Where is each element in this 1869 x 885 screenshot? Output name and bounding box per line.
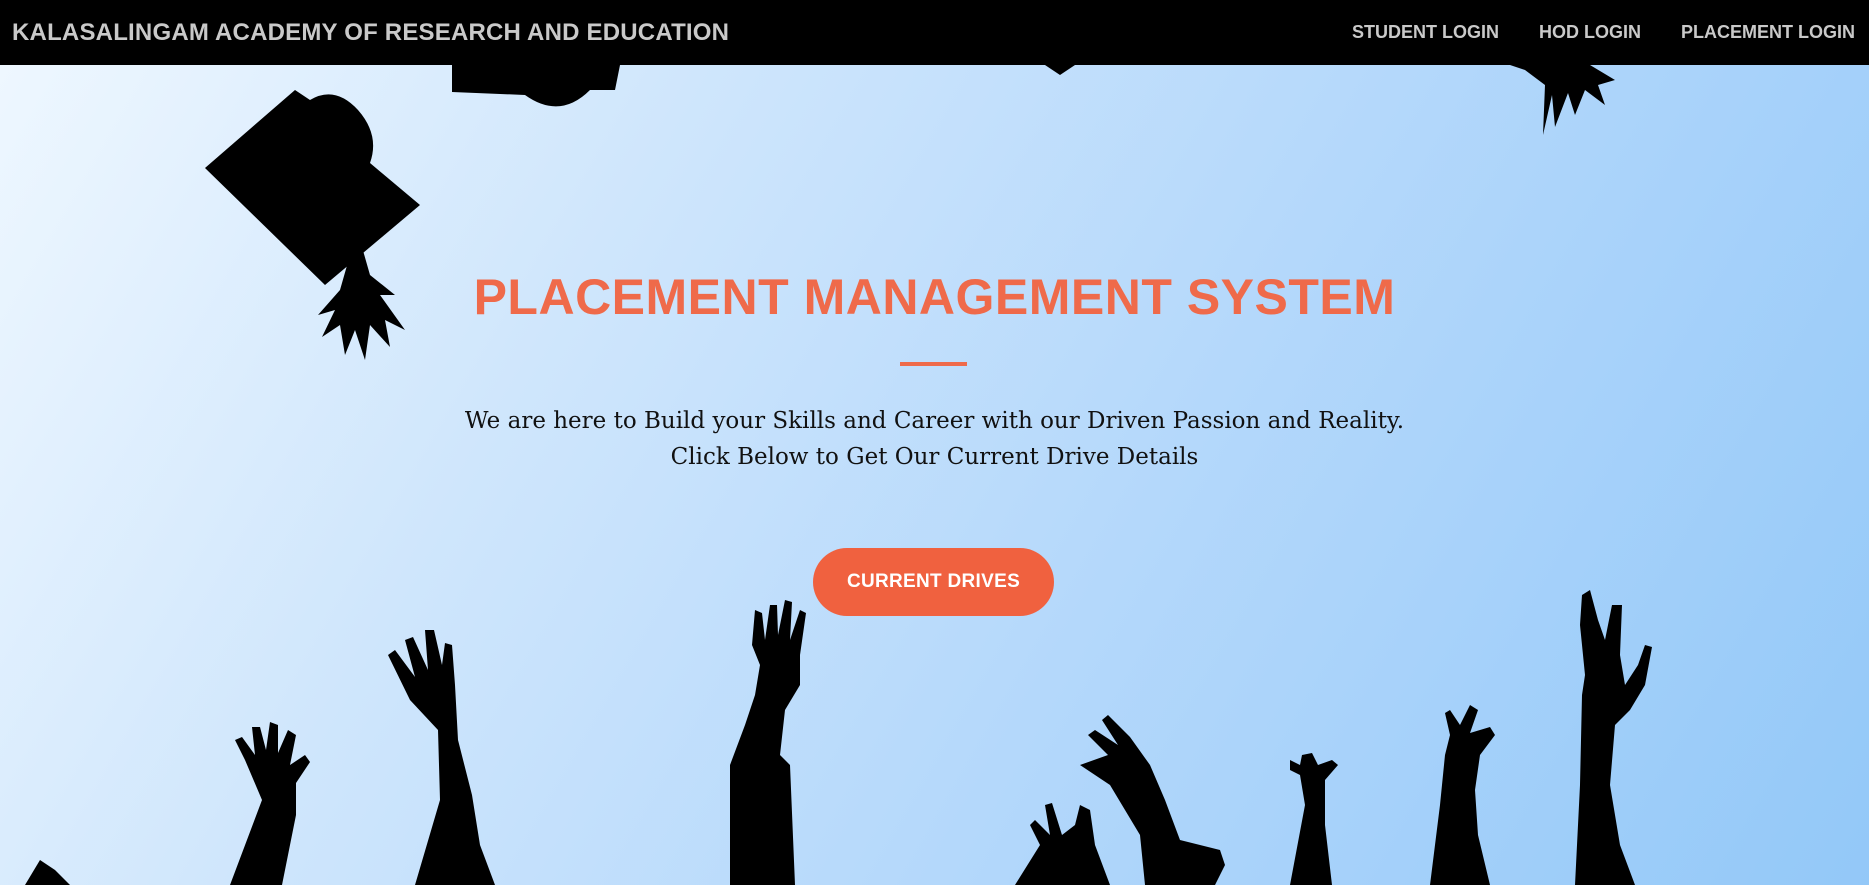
- hero-instruction: Click Below to Get Our Current Drive Det…: [670, 444, 1199, 470]
- current-drives-button[interactable]: CURRENT DRIVES: [813, 548, 1054, 616]
- placement-login-link[interactable]: PLACEMENT LOGIN: [1681, 22, 1855, 43]
- title-divider: [900, 362, 967, 366]
- hero-content: PLACEMENT MANAGEMENT SYSTEM We are here …: [0, 65, 1869, 885]
- top-navbar: KALASALINGAM ACADEMY OF RESEARCH AND EDU…: [0, 0, 1869, 65]
- student-login-link[interactable]: STUDENT LOGIN: [1352, 22, 1499, 43]
- hero-title: PLACEMENT MANAGEMENT SYSTEM: [473, 269, 1396, 325]
- nav-links: STUDENT LOGIN HOD LOGIN PLACEMENT LOGIN: [1312, 22, 1869, 43]
- brand-link[interactable]: KALASALINGAM ACADEMY OF RESEARCH AND EDU…: [12, 19, 729, 47]
- hero-tagline: We are here to Build your Skills and Car…: [464, 408, 1405, 434]
- hero-section: PLACEMENT MANAGEMENT SYSTEM We are here …: [0, 65, 1869, 885]
- hod-login-link[interactable]: HOD LOGIN: [1539, 22, 1641, 43]
